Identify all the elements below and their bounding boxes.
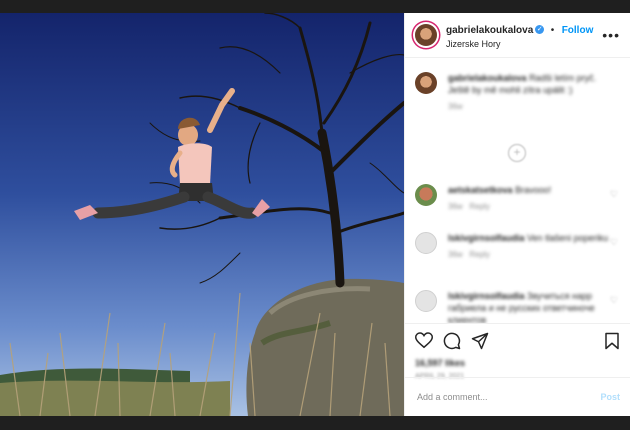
comment-username[interactable]: lskivgirnsolfaudia [448,291,525,301]
meadow [0,380,230,416]
comment-like-icon[interactable]: ♡ [610,295,618,306]
reply-button[interactable]: Reply [469,250,489,259]
post-photo[interactable] [0,13,404,416]
reply-button[interactable]: Reply [469,202,489,211]
caption-body: gabrielakoukalova Radši letím pryč. Ješt… [448,72,620,113]
likes-count[interactable]: 16,597 likes [415,358,620,368]
photo-scene [0,13,404,416]
bookmark-icon[interactable] [604,332,620,355]
comment-like-icon[interactable]: ♡ [610,237,618,248]
comment-username[interactable]: aetskatsetkova [448,185,513,195]
post-header: gabrielakoukalova ✓ • Follow Jizerske Hor… [405,13,630,58]
follow-button[interactable]: Follow [562,25,594,36]
comment-time: 36w [448,250,463,260]
author-info: gabrielakoukalova ✓ • Follow Jizerske Hor… [446,19,602,50]
caption-row: gabrielakoukalova Radši letím pryč. Ješt… [415,72,620,113]
post-side-panel: gabrielakoukalova ✓ • Follow Jizerske Hor… [404,13,630,416]
comment-input[interactable] [415,391,601,403]
comment-username[interactable]: lskivgirnsolfaudia [448,233,525,243]
comment-text: Ven tlašeni poperiku [527,233,609,243]
post-comment-button[interactable]: Post [600,392,620,402]
comment-like-icon[interactable]: ♡ [610,189,618,200]
heart-icon[interactable] [414,332,434,354]
comment-time: 36w [448,202,463,212]
comment-row: lskivgirnsolfaudia Ven tlašeni poperiku … [415,232,620,261]
commenter-avatar[interactable] [415,232,437,254]
author-avatar[interactable] [415,24,437,46]
comment-body: aetskatsetkova Bravooo! 36w Reply [448,184,620,213]
more-options-icon[interactable]: ••• [602,27,620,43]
comment-row: aetskatsetkova Bravooo! 36w Reply ♡ [415,184,620,213]
add-comment-bar: Post [405,377,630,416]
jumping-person [74,88,270,220]
caption-avatar[interactable] [415,72,437,94]
commenter-avatar[interactable] [415,290,437,312]
author-username[interactable]: gabrielakoukalova [446,25,533,36]
share-icon[interactable] [471,332,489,355]
boulder [246,278,404,416]
separator-dot: • [550,25,555,37]
caption-username[interactable]: gabrielakoukalova [448,73,527,83]
post-modal: gabrielakoukalova ✓ • Follow Jizerske Hor… [0,13,630,416]
comment-body: lskivgirnsolfaudia Звучиться нарр габрие… [448,290,620,323]
comment-row: lskivgirnsolfaudia Звучиться нарр габрие… [415,290,620,323]
verified-icon: ✓ [535,24,545,34]
post-actions: 16,597 likes APRIL 29, 2021 [405,323,630,380]
comments-list: gabrielakoukalova Radši letím pryč. Ješt… [405,58,630,323]
post-location[interactable]: Jizerske Hory [446,39,602,50]
commenter-avatar[interactable] [415,184,437,206]
comment-body: lskivgirnsolfaudia Ven tlašeni poperiku … [448,232,620,261]
comment-text: Bravooo! [515,185,552,195]
load-more-icon[interactable]: + [508,144,526,162]
caption-time: 36w [448,102,463,112]
comment-icon[interactable] [443,332,461,355]
